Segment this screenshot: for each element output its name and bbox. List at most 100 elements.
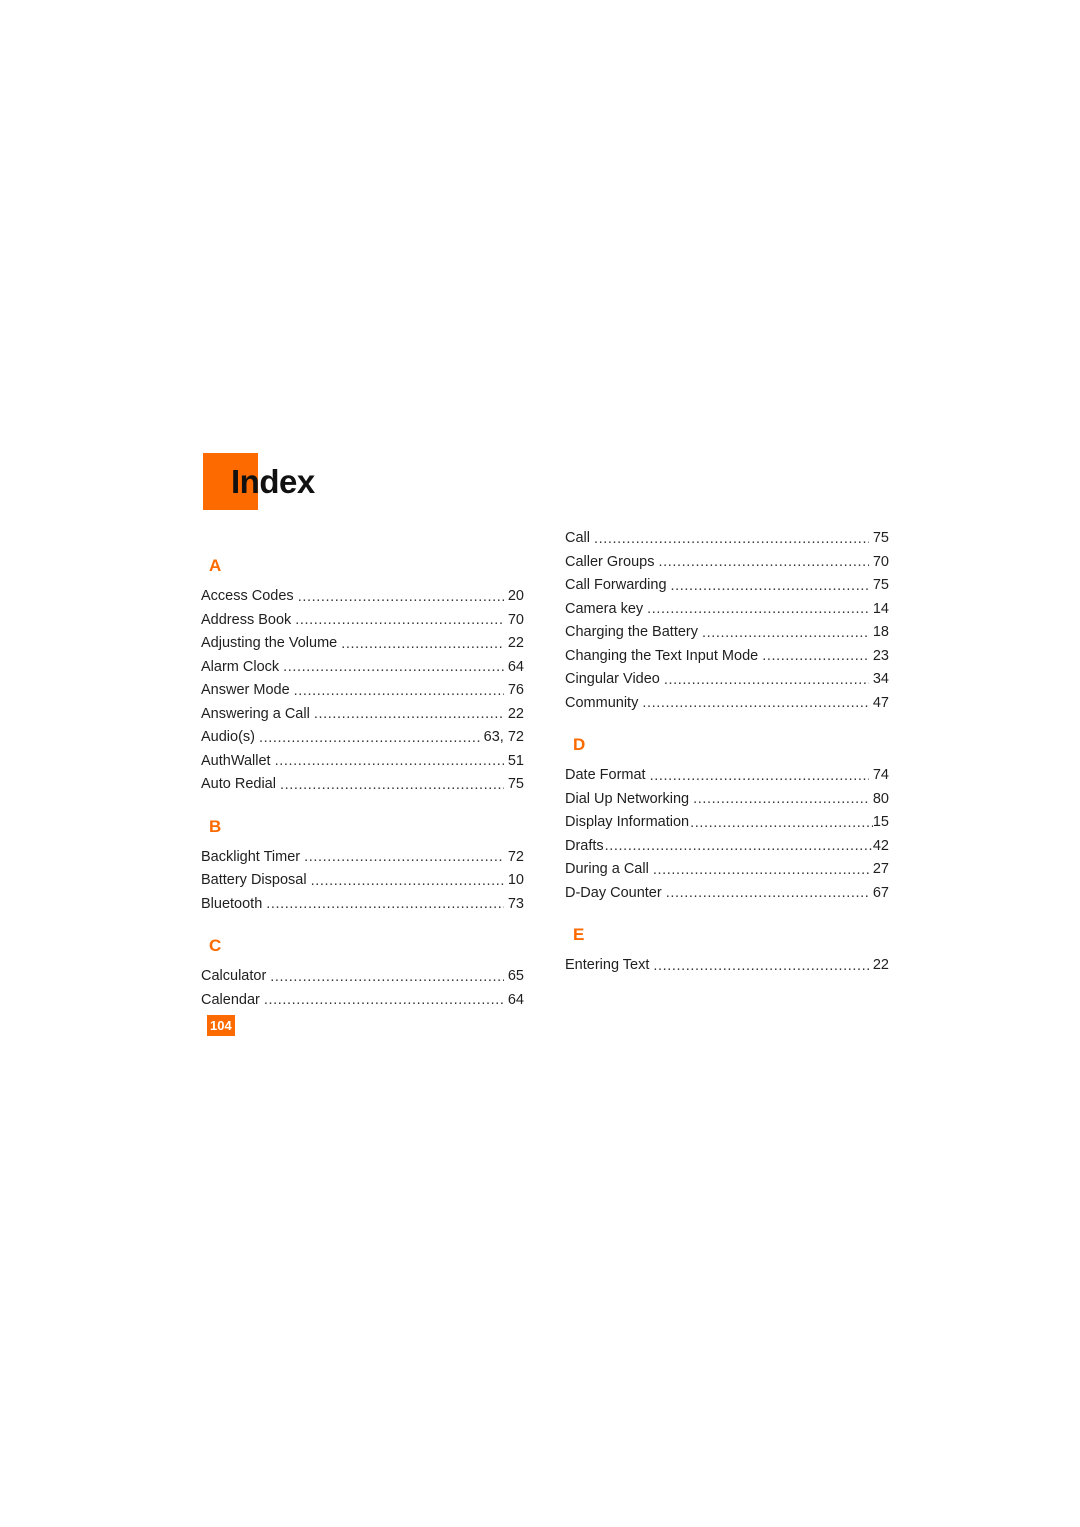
index-entry[interactable]: Caller Groups 70	[565, 551, 889, 575]
index-entry-label: Address Book	[201, 611, 292, 628]
index-entry-label: Bluetooth	[201, 895, 263, 912]
dot-leader	[650, 769, 869, 783]
dot-leader	[666, 886, 869, 900]
index-entry[interactable]: D-Day Counter 67	[565, 882, 889, 906]
index-entry-page: 65	[507, 968, 524, 984]
index-entry-label: Battery Disposal	[201, 872, 307, 888]
index-entry-label: Drafts	[565, 837, 604, 854]
index-entry[interactable]: Bluetooth 73	[201, 893, 524, 917]
index-entry[interactable]: Community 47	[565, 692, 889, 716]
index-entry-page: 75	[872, 530, 889, 546]
index-section-a: A Access Codes 20 Address Book 70 Adjusting t…	[201, 556, 524, 797]
dot-leader	[314, 707, 504, 721]
dot-leader	[266, 897, 504, 911]
index-entry-page: 80	[872, 790, 889, 807]
index-entry[interactable]: Calendar 64	[201, 989, 524, 1013]
index-entry-page: 34	[872, 671, 889, 687]
index-entry[interactable]: Adjusting the Volume 22	[201, 632, 524, 656]
index-entry-page: 74	[872, 767, 889, 783]
index-entry-label: Entering Text	[565, 957, 650, 973]
index-entry[interactable]: Answer Mode 76	[201, 679, 524, 703]
index-entry[interactable]: Changing the Text Input Mode 23	[565, 645, 889, 669]
index-entry[interactable]: Alarm Clock 64	[201, 656, 524, 680]
index-entry-page: 72	[507, 848, 524, 865]
index-entry-label: Caller Groups	[565, 553, 655, 570]
index-entry-label: Calculator	[201, 968, 267, 984]
index-entry[interactable]: Address Book 70	[201, 609, 524, 633]
section-letter: E	[573, 925, 585, 944]
index-entry-label: Auto Redial	[201, 776, 276, 792]
section-letter: A	[209, 556, 222, 575]
dot-leader	[311, 874, 504, 888]
dot-leader	[259, 731, 480, 745]
dot-leader	[642, 696, 869, 710]
index-section-b: B Backlight Timer 72 Battery Disposal 10 Blue…	[201, 817, 524, 917]
index-entry-page: 23	[872, 647, 889, 664]
index-entry-page: 42	[872, 837, 889, 854]
index-entry-page: 63, 72	[483, 729, 524, 745]
index-entry[interactable]: Dial Up Networking 80	[565, 788, 889, 812]
index-entry-page: 15	[872, 814, 889, 830]
index-column-left: A Access Codes 20 Address Book 70 Adjusting t…	[201, 556, 524, 1012]
index-entry-label: Community	[565, 694, 639, 711]
dot-leader	[594, 532, 869, 546]
dot-leader	[283, 660, 504, 674]
index-entry[interactable]: During a Call 27	[565, 858, 889, 882]
index-entry[interactable]: Backlight Timer 72	[201, 846, 524, 870]
index-entry[interactable]: Call Forwarding 75	[565, 574, 889, 598]
index-entry-label: AuthWallet	[201, 752, 271, 769]
index-entry-page: 10	[507, 872, 524, 888]
index-entry-page: 27	[872, 861, 889, 877]
index-entry-label: Alarm Clock	[201, 658, 280, 675]
index-entry[interactable]: Answering a Call 22	[201, 703, 524, 727]
dot-leader	[693, 792, 869, 806]
index-entry-label: Audio(s)	[201, 729, 255, 745]
index-entry[interactable]: Call 75	[565, 527, 889, 551]
index-entry-page: 76	[507, 682, 524, 698]
index-entry-label: Adjusting the Volume	[201, 635, 338, 651]
index-entry[interactable]: Drafts 42	[565, 835, 889, 859]
index-entry-page: 47	[872, 694, 889, 711]
index-entry-label: Display Information	[565, 814, 690, 830]
index-entry[interactable]: Charging the Battery 18	[565, 621, 889, 645]
index-entry-label: Changing the Text Input Mode	[565, 647, 759, 664]
index-page: Index AAccess Codes20Address Book70Adjus…	[0, 0, 1080, 1527]
dot-leader	[280, 778, 504, 792]
dot-leader	[341, 637, 504, 651]
index-entry[interactable]: Auto Redial 75	[201, 773, 524, 797]
index-entry-label: Calendar	[201, 991, 260, 1008]
index-entry-page: 70	[872, 553, 889, 570]
index-entry-label: Dial Up Networking	[565, 790, 690, 807]
dot-leader	[762, 649, 869, 663]
index-entry[interactable]: Battery Disposal 10	[201, 869, 524, 893]
dot-leader	[690, 816, 873, 830]
index-entry-page: 67	[872, 884, 889, 901]
index-entry[interactable]: Entering Text 22	[565, 954, 889, 978]
index-section-e: E Entering Text 22	[565, 925, 889, 978]
index-entry[interactable]: Display Information 15	[565, 811, 889, 835]
index-entry[interactable]: Date Format 74	[565, 764, 889, 788]
index-entry-label: Camera key	[565, 600, 644, 617]
dot-leader	[702, 626, 869, 640]
section-letter: D	[573, 735, 586, 754]
index-column-right: Call75Caller Groups70Call Forwarding75Ca…	[565, 527, 889, 978]
index-entry-page: 75	[507, 776, 524, 792]
index-entry[interactable]: Cingular Video 34	[565, 668, 889, 692]
index-section-continued: Call75Caller Groups70Call Forwarding75Ca…	[565, 527, 889, 715]
dot-leader	[647, 602, 869, 616]
index-entry[interactable]: Audio(s) 63, 72	[201, 726, 524, 750]
index-entry-label: Access Codes	[201, 588, 294, 604]
index-entry-page: 73	[507, 895, 524, 912]
index-entry[interactable]: Access Codes 20	[201, 585, 524, 609]
index-entry-label: Charging the Battery	[565, 624, 698, 640]
index-entry[interactable]: AuthWallet 51	[201, 750, 524, 774]
dot-leader	[658, 555, 868, 569]
index-entry[interactable]: Calculator 65	[201, 965, 524, 989]
dot-leader	[671, 579, 869, 593]
index-entry-page: 18	[872, 624, 889, 640]
index-entry-label: D-Day Counter	[565, 884, 662, 901]
index-entry-label: Backlight Timer	[201, 848, 301, 865]
index-entry[interactable]: Camera key 14	[565, 598, 889, 622]
index-entry-label: Date Format	[565, 767, 646, 783]
dot-leader	[295, 613, 504, 627]
